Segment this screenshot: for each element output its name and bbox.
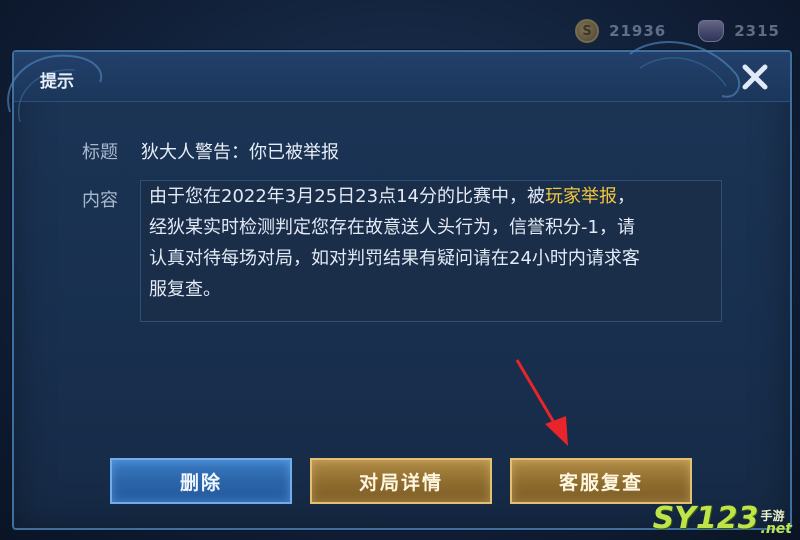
gem-counter: 2315: [698, 20, 780, 42]
content-text: 由于您在2022年3月25日23点14分的比赛中，被: [149, 186, 545, 207]
notice-dialog: 提示 标题 狄大人警告：你已被举报 内容 由于您在2022年3月25日23点14…: [7, 41, 792, 530]
gem-value: 2315: [734, 22, 780, 40]
coin-icon: S: [575, 19, 600, 43]
currency-bar: S 21936 2315: [575, 14, 780, 48]
subject-label: 标题: [82, 142, 118, 163]
content-box: 由于您在2022年3月25日23点14分的比赛中，被玩家举报， 经狄某实时检测判…: [140, 180, 722, 322]
content-line-4: 服复查。: [149, 279, 221, 300]
watermark-main: SY123: [652, 501, 759, 536]
delete-button[interactable]: 删除: [110, 458, 292, 504]
gem-icon: [698, 20, 725, 42]
close-button[interactable]: [738, 60, 772, 94]
watermark-side: 手游 .net: [761, 510, 792, 536]
watermark-net: .net: [760, 521, 792, 537]
close-icon: [742, 64, 768, 90]
content-line-1: 由于您在2022年3月25日23点14分的比赛中，被玩家举报，: [149, 181, 711, 212]
subject-value: 狄大人警告：你已被举报: [141, 142, 339, 163]
content-label: 内容: [82, 190, 118, 211]
dialog-header: [14, 52, 790, 102]
content-line-2: 经狄某实时检测判定您存在故意送人头行为，信誉积分-1，请: [149, 217, 635, 238]
match-details-button[interactable]: 对局详情: [310, 458, 492, 504]
content-line-3: 认真对待每场对局，如对判罚结果有疑问请在24小时内请求客: [149, 248, 640, 269]
dialog-title: 提示: [40, 72, 74, 92]
coin-value: 21936: [609, 22, 667, 40]
appeal-button[interactable]: 客服复查: [510, 458, 692, 504]
coin-counter: S 21936: [575, 19, 666, 43]
content-text: ，: [616, 186, 635, 207]
watermark-logo: SY123 手游 .net: [653, 501, 792, 536]
player-report-highlight: 玩家举报: [544, 186, 617, 207]
